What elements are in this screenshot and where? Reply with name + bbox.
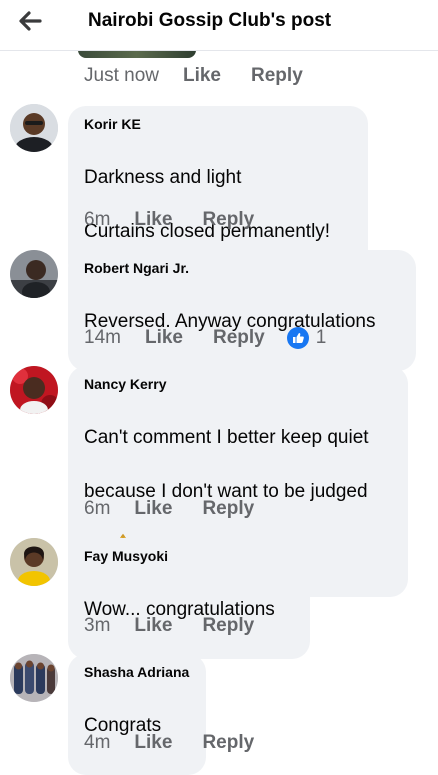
like-button[interactable]: Like — [134, 615, 172, 637]
previous-comment-image[interactable] — [78, 50, 196, 58]
comment-timestamp: 14m — [84, 327, 121, 348]
avatar[interactable] — [10, 366, 58, 414]
reply-button[interactable]: Reply — [202, 209, 254, 231]
back-button[interactable] — [12, 6, 48, 36]
comment-line: Can't comment I better keep quiet — [84, 427, 369, 448]
avatar[interactable] — [10, 538, 58, 586]
like-button[interactable]: Like — [134, 732, 172, 754]
comment-author[interactable]: Robert Ngari Jr. — [84, 260, 400, 276]
like-button[interactable]: Like — [145, 327, 183, 349]
comment-actions: 6m Like Reply — [84, 497, 254, 521]
comment-line: Darkness and light — [84, 167, 242, 188]
avatar-robert-ngari — [10, 250, 58, 298]
avatar-korir-ke — [10, 104, 58, 152]
reply-button[interactable]: Reply — [251, 65, 303, 87]
thumbs-up-icon — [286, 327, 309, 349]
comment-bubble[interactable]: Shasha Adriana Congrats — [68, 654, 206, 775]
comment-actions: 14m Like Reply 1 — [84, 326, 326, 350]
like-button[interactable]: Like — [134, 498, 172, 520]
comment-author[interactable]: Shasha Adriana — [84, 664, 190, 680]
comment-author[interactable]: Korir KE — [84, 116, 352, 132]
reply-button[interactable]: Reply — [202, 498, 254, 520]
avatar-shasha-adriana — [10, 654, 58, 702]
comment-bubble[interactable]: Robert Ngari Jr. Reversed. Anyway congra… — [68, 250, 416, 371]
comment-timestamp: 4m — [84, 732, 111, 753]
reaction-summary[interactable]: 1 — [286, 327, 327, 349]
avatar[interactable] — [10, 104, 58, 152]
comment-timestamp: Just now — [84, 65, 159, 86]
avatar-nancy-kerry — [10, 366, 58, 414]
comment-bubble[interactable]: Fay Musyoki Wow... congratulations — [68, 538, 310, 659]
reaction-count: 1 — [315, 327, 327, 348]
comment-actions: 3m Like Reply — [84, 614, 254, 638]
page-title: Nairobi Gossip Club's post — [88, 10, 332, 31]
comment-author[interactable]: Nancy Kerry — [84, 376, 392, 392]
comment-timestamp: 3m — [84, 615, 111, 636]
comment-actions: 4m Like Reply — [84, 731, 254, 755]
reply-button[interactable]: Reply — [202, 615, 254, 637]
reply-button[interactable]: Reply — [202, 732, 254, 754]
like-button[interactable]: Like — [183, 65, 221, 87]
avatar[interactable] — [10, 654, 58, 702]
previous-comment-actions: Just now Like Reply — [84, 64, 303, 88]
comment-actions: 6m Like Reply — [84, 208, 254, 232]
avatar-fay-musyoki — [10, 538, 58, 586]
avatar[interactable] — [10, 250, 58, 298]
comment-timestamp: 6m — [84, 209, 111, 230]
comment-timestamp: 6m — [84, 498, 111, 519]
post-header: Nairobi Gossip Club's post — [0, 0, 438, 51]
like-button[interactable]: Like — [134, 209, 172, 231]
reply-button[interactable]: Reply — [213, 327, 265, 349]
arrow-left-icon — [19, 11, 42, 31]
comment-author[interactable]: Fay Musyoki — [84, 548, 294, 564]
